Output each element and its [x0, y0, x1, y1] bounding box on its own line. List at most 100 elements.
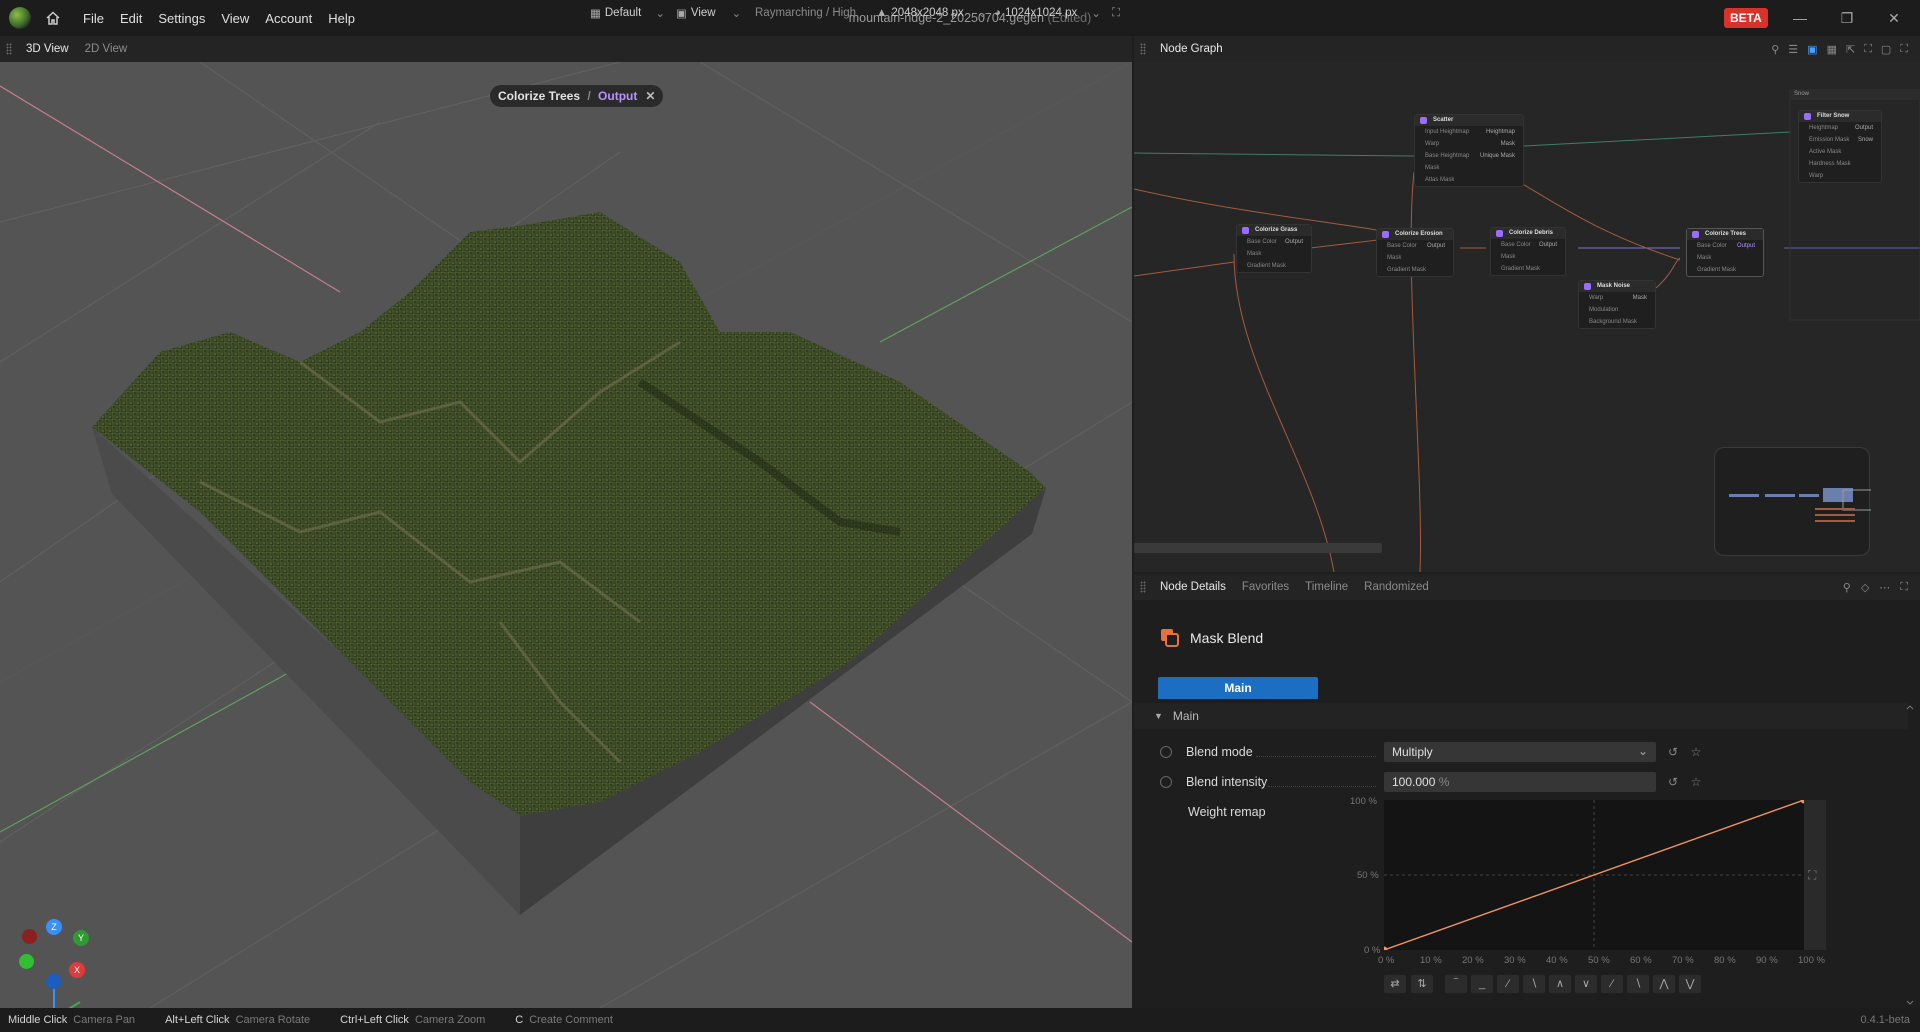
- node-input: Mask: [1425, 165, 1440, 171]
- node-output: Mask: [1632, 295, 1647, 301]
- param-blend-mode: Blend mode: [1160, 742, 1253, 762]
- more-icon[interactable]: ⋯: [1879, 581, 1890, 594]
- preset-ramp-up-icon[interactable]: ∕: [1601, 975, 1623, 993]
- gizmo-x-axis[interactable]: X: [69, 962, 85, 978]
- tab-3d-view[interactable]: 3D View: [18, 43, 77, 55]
- view-menu-dropdown[interactable]: ▣ View ⌄: [676, 0, 741, 26]
- favorite-radio[interactable]: [1160, 746, 1172, 758]
- preset-smooth-peak-icon[interactable]: ⋀: [1653, 975, 1675, 993]
- diamond-icon[interactable]: ◇: [1861, 581, 1869, 594]
- hint-desc: Camera Zoom: [414, 1014, 486, 1026]
- node-colorize-grass[interactable]: Colorize Grass Base Color Output Mask Gra…: [1236, 224, 1312, 273]
- version-label: 0.4.1-beta: [1860, 1014, 1910, 1026]
- fit-view-icon[interactable]: ⛶: [1864, 43, 1872, 56]
- tab-node-details[interactable]: Node Details: [1152, 581, 1234, 593]
- node-input: Emission Mask: [1809, 137, 1850, 143]
- collapse-icon[interactable]: ⇱: [1846, 43, 1855, 56]
- tab-randomized[interactable]: Randomized: [1356, 581, 1437, 593]
- node-output: Output: [1538, 242, 1557, 248]
- viewport-3d[interactable]: Z Y X: [0, 62, 1132, 1008]
- tab-favorites[interactable]: Favorites: [1234, 581, 1297, 593]
- gizmo-neg-x-axis[interactable]: [22, 929, 37, 944]
- node-graph-tools: ⚲ ☰ ▣ ▦ ⇱ ⛶ ▢ ⛶: [1771, 43, 1908, 56]
- gizmo-neg-z-axis[interactable]: [46, 974, 61, 989]
- node-colorize-debris[interactable]: Colorize Debris Base Color Output Mask Gr…: [1490, 227, 1566, 276]
- maximize-icon[interactable]: ⛶: [1900, 43, 1908, 56]
- details-scrollbar[interactable]: [1906, 705, 1914, 1005]
- search-icon[interactable]: ⚲: [1771, 43, 1779, 56]
- section-header-main[interactable]: ▼ Main: [1134, 703, 1908, 729]
- layout-toggle-icon[interactable]: ▣: [1807, 43, 1817, 56]
- flip-vertical-icon[interactable]: ⇅: [1411, 975, 1433, 993]
- restore-icon[interactable]: ❐: [1839, 10, 1855, 26]
- panel-grip-icon[interactable]: [6, 43, 12, 55]
- preview-node-name: Colorize Trees: [498, 89, 581, 103]
- node-input: Gradient Mask: [1501, 266, 1541, 272]
- preset-bottom-line-icon[interactable]: _: [1471, 975, 1493, 993]
- panel-grip-icon[interactable]: [1140, 43, 1146, 55]
- maximize-icon[interactable]: ⛶: [1900, 581, 1908, 594]
- favorite-radio[interactable]: [1160, 776, 1172, 788]
- preset-valley-icon[interactable]: ∨: [1575, 975, 1597, 993]
- minimap-preview: [1729, 488, 1874, 522]
- gizmo-y-axis[interactable]: Y: [73, 930, 89, 946]
- preset-ramp-down-icon[interactable]: ∖: [1627, 975, 1649, 993]
- mountain-icon: ▲: [876, 7, 888, 19]
- list-icon[interactable]: ☰: [1788, 43, 1798, 56]
- param-blend-intensity: Blend intensity: [1160, 772, 1267, 792]
- close-window-icon[interactable]: ✕: [1886, 10, 1902, 26]
- param-label: Blend intensity: [1186, 775, 1268, 789]
- blend-mode-select[interactable]: Multiply ⌄: [1384, 742, 1656, 762]
- node-input: Warp: [1809, 173, 1824, 179]
- node-details-toolbar: Node Details Favorites Timeline Randomiz…: [1134, 574, 1920, 600]
- reset-icon[interactable]: ↺: [1666, 775, 1680, 789]
- node-colorize-erosion[interactable]: Colorize Erosion Base Color Output Mask G…: [1376, 228, 1454, 277]
- close-icon[interactable]: ✕: [645, 89, 655, 103]
- node-filter-snow[interactable]: Filter Snow Heightmap Output Emission Mas…: [1798, 110, 1882, 183]
- preview-node-chip[interactable]: Colorize Trees / Output ✕: [490, 85, 664, 107]
- node-colorize-trees[interactable]: Colorize Trees Base Color Output Mask Gra…: [1686, 228, 1764, 277]
- node-output: Output: [1854, 125, 1873, 131]
- node-scatter[interactable]: Scatter Input Heightmap Heightmap Warp Mas…: [1414, 114, 1524, 187]
- gizmo-z-axis[interactable]: Z: [46, 919, 62, 935]
- tab-timeline[interactable]: Timeline: [1297, 581, 1356, 593]
- tab-2d-view[interactable]: 2D View: [77, 43, 136, 55]
- preset-top-line-icon[interactable]: ‾: [1445, 975, 1467, 993]
- preset-peak-icon[interactable]: ∧: [1549, 975, 1571, 993]
- render-mode-label[interactable]: Raymarching / High: [755, 0, 856, 26]
- flip-horizontal-icon[interactable]: ⇄: [1384, 975, 1406, 993]
- weight-remap-curve-editor[interactable]: [1384, 800, 1804, 950]
- maximize-icon[interactable]: ⛶: [1112, 0, 1120, 26]
- preset-linear-down-icon[interactable]: ∖: [1523, 975, 1545, 993]
- hint-key: Ctrl+Left Click: [340, 1014, 409, 1026]
- tab-main[interactable]: Main: [1158, 677, 1318, 699]
- frame-icon[interactable]: ▦: [1827, 43, 1837, 56]
- leader-dots: [1268, 786, 1376, 787]
- status-bar: Middle Click Camera Pan Alt+Left Click C…: [0, 1008, 1920, 1032]
- node-graph-minimap[interactable]: [1714, 447, 1874, 556]
- reset-icon[interactable]: ↺: [1666, 745, 1680, 759]
- preset-linear-up-icon[interactable]: ∕: [1497, 975, 1519, 993]
- node-graph-scrollbar[interactable]: [1134, 543, 1382, 553]
- preset-smooth-valley-icon[interactable]: ⋁: [1679, 975, 1701, 993]
- section-title: Main: [1172, 709, 1199, 723]
- gizmo-neg-y-axis[interactable]: [19, 954, 34, 969]
- focus-icon[interactable]: ▢: [1881, 43, 1891, 56]
- node-input: Warp: [1425, 141, 1440, 147]
- node-output: Unique Mask: [1479, 153, 1515, 159]
- texture-resolution-dropdown[interactable]: ◕ 1024x1024 px ⌄: [994, 0, 1101, 26]
- heightmap-resolution-dropdown[interactable]: ▲ 2048x2048 px ⌄: [876, 0, 987, 26]
- panel-grip-icon[interactable]: [1140, 581, 1146, 593]
- star-icon[interactable]: ☆: [1689, 775, 1703, 789]
- node-graph-toolbar: Node Graph ⚲ ☰ ▣ ▦ ⇱ ⛶ ▢ ⛶: [1134, 36, 1920, 62]
- star-icon[interactable]: ☆: [1689, 745, 1703, 759]
- search-icon[interactable]: ⚲: [1843, 581, 1851, 594]
- node-output: Mask: [1500, 141, 1515, 147]
- expand-icon[interactable]: ⛶: [1808, 868, 1816, 883]
- blend-intensity-input[interactable]: 100.000 %: [1384, 772, 1656, 792]
- minimize-icon[interactable]: —: [1792, 10, 1808, 26]
- node-mask-noise[interactable]: Mask Noise Warp Mask Modulation Backgroun…: [1578, 280, 1656, 329]
- unit-label: %: [1438, 775, 1450, 789]
- node-input: Mask: [1387, 255, 1402, 261]
- layout-preset-dropdown[interactable]: ▦ Default ⌄: [590, 0, 665, 26]
